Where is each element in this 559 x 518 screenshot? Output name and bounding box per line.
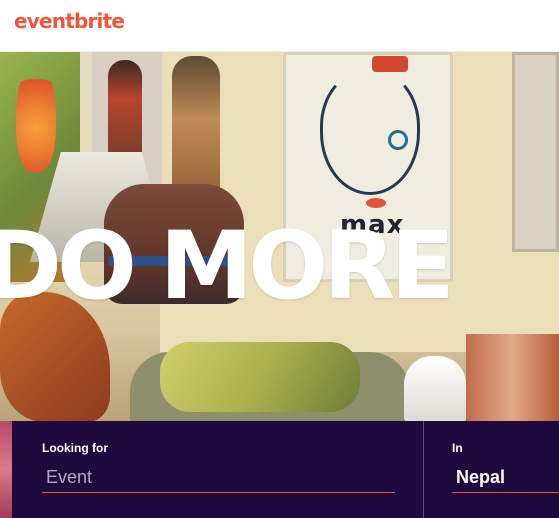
eventbrite-logo[interactable]: eventbrite — [14, 9, 125, 33]
site-header: eventbrite — [0, 0, 559, 52]
hero-painting-red-mark — [372, 56, 408, 72]
search-divider — [423, 421, 424, 518]
hero-paper-roll — [404, 356, 466, 422]
location-input[interactable] — [452, 467, 559, 493]
event-search-input[interactable] — [42, 467, 395, 493]
hero-scarf — [160, 342, 360, 412]
search-bar: Looking for In — [12, 421, 559, 518]
hero-banner: max DO MORE — [0, 52, 559, 422]
location-label: In — [452, 441, 463, 455]
hero-painting-eye — [388, 130, 408, 150]
hero-headline: DO MORE — [0, 212, 455, 321]
search-left-edge — [0, 421, 12, 518]
hero-flame-artwork — [16, 62, 56, 172]
looking-for-label: Looking for — [42, 441, 108, 455]
hero-right-frame — [512, 52, 559, 252]
hero-painting-mouth — [366, 198, 386, 208]
hero-vase — [466, 334, 559, 422]
